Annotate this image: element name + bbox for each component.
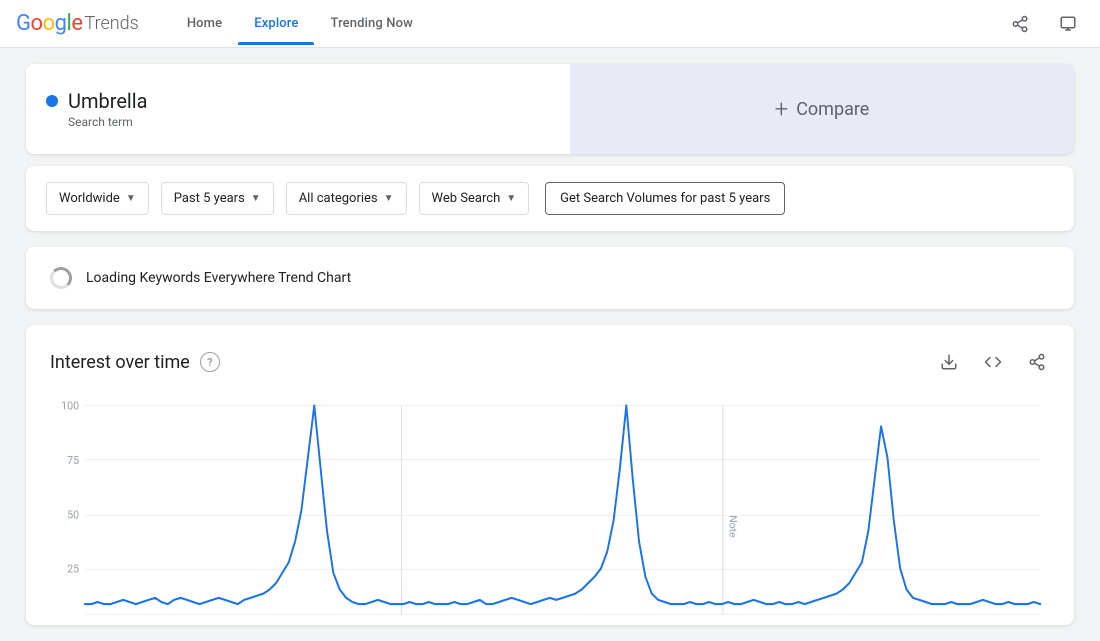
chevron-down-icon: ▼ bbox=[126, 193, 136, 204]
chart-card: Interest over time ? bbox=[26, 325, 1074, 625]
chart-title: Interest over time bbox=[50, 352, 190, 373]
main-nav: Home Explore Trending Now bbox=[171, 2, 1004, 45]
time-label: Past 5 years bbox=[174, 191, 245, 206]
compare-plus-icon: + bbox=[775, 95, 789, 123]
logo-area: Google Trends bbox=[16, 11, 139, 36]
svg-text:Note: Note bbox=[727, 515, 738, 537]
share-icon[interactable] bbox=[1004, 8, 1036, 40]
search-term-row: Umbrella bbox=[46, 89, 148, 113]
chart-title-row: Interest over time ? bbox=[50, 352, 220, 373]
svg-text:25: 25 bbox=[67, 562, 79, 575]
compare-box[interactable]: + Compare bbox=[570, 64, 1074, 154]
nav-explore[interactable]: Explore bbox=[238, 2, 314, 45]
chevron-down-icon: ▼ bbox=[506, 193, 516, 204]
chart-svg: 100 75 50 25 Note bbox=[50, 395, 1050, 625]
loading-spinner bbox=[50, 267, 72, 289]
compare-label: Compare bbox=[796, 99, 869, 120]
search-box: Umbrella Search term bbox=[26, 64, 570, 154]
trends-logo: Trends bbox=[84, 13, 138, 34]
header-actions bbox=[1004, 8, 1084, 40]
chevron-down-icon: ▼ bbox=[384, 193, 394, 204]
search-type-filter[interactable]: Web Search ▼ bbox=[419, 182, 530, 215]
category-filter[interactable]: All categories ▼ bbox=[286, 182, 407, 215]
feedback-icon[interactable] bbox=[1052, 8, 1084, 40]
search-dot bbox=[46, 95, 58, 107]
chevron-down-icon: ▼ bbox=[251, 193, 261, 204]
search-term: Umbrella bbox=[68, 89, 148, 113]
svg-text:50: 50 bbox=[67, 508, 79, 521]
svg-text:100: 100 bbox=[61, 399, 79, 412]
download-icon[interactable] bbox=[936, 349, 962, 375]
chart-actions bbox=[936, 349, 1050, 375]
time-filter[interactable]: Past 5 years ▼ bbox=[161, 182, 274, 215]
chart-area: 100 75 50 25 Note bbox=[50, 395, 1050, 625]
search-area: Umbrella Search term + Compare bbox=[26, 64, 1074, 154]
filter-bar: Worldwide ▼ Past 5 years ▼ All categorie… bbox=[26, 166, 1074, 231]
search-type-label: Web Search bbox=[432, 191, 501, 206]
get-volumes-button[interactable]: Get Search Volumes for past 5 years bbox=[545, 182, 785, 215]
loading-bar: Loading Keywords Everywhere Trend Chart bbox=[26, 247, 1074, 309]
category-label: All categories bbox=[299, 191, 378, 206]
location-filter[interactable]: Worldwide ▼ bbox=[46, 182, 149, 215]
location-label: Worldwide bbox=[59, 191, 120, 206]
nav-home[interactable]: Home bbox=[171, 2, 238, 45]
search-sub-label: Search term bbox=[68, 115, 133, 129]
info-icon[interactable]: ? bbox=[200, 352, 220, 372]
nav-trending-now[interactable]: Trending Now bbox=[314, 2, 428, 45]
share-chart-icon[interactable] bbox=[1024, 349, 1050, 375]
svg-text:75: 75 bbox=[67, 454, 79, 467]
loading-text: Loading Keywords Everywhere Trend Chart bbox=[86, 270, 351, 286]
chart-header: Interest over time ? bbox=[50, 349, 1050, 375]
main-content: Umbrella Search term + Compare Worldwide… bbox=[10, 48, 1090, 641]
header: Google Trends Home Explore Trending Now bbox=[0, 0, 1100, 48]
google-logo: Google bbox=[16, 11, 82, 36]
embed-icon[interactable] bbox=[980, 349, 1006, 375]
